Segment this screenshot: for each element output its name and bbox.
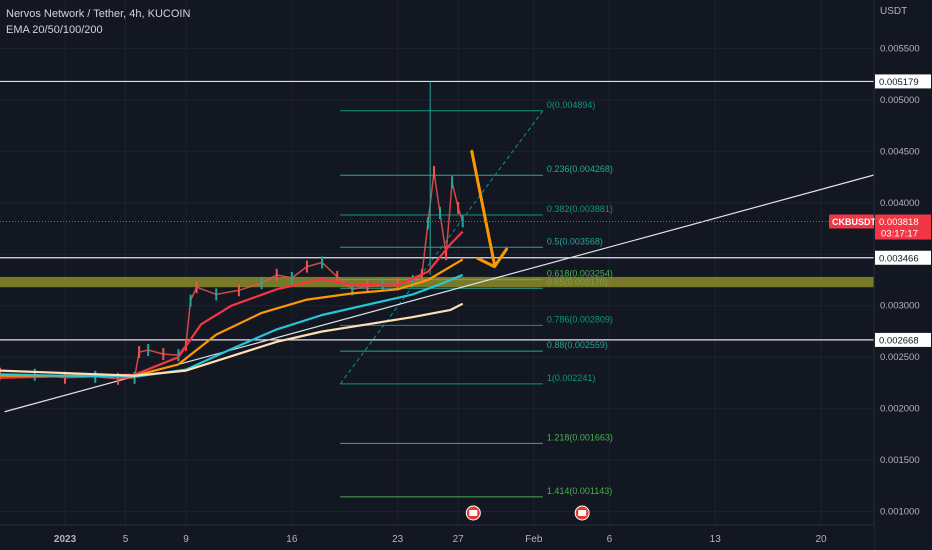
symbol-title[interactable]: Nervos Network / Tether, 4h, KUCOIN — [6, 6, 190, 22]
price-tick-8: 0.001500 — [880, 455, 920, 466]
chart-legend: Nervos Network / Tether, 4h, KUCOIN EMA … — [6, 6, 190, 38]
price-tick-7: 0.002000 — [880, 404, 920, 415]
price-tick-0: 0.005500 — [880, 43, 920, 54]
price-tick-3: 0.004000 — [880, 198, 920, 209]
boxed-price-label-2: 0.002668 — [879, 335, 919, 346]
fib-level-label-7: 0.88(0.002559) — [547, 340, 608, 350]
time-tick-6: Feb — [525, 534, 543, 545]
price-axis-unit: USDT — [880, 6, 908, 17]
price-tick-1: 0.005000 — [880, 95, 920, 106]
price-tick-5: 0.003000 — [880, 301, 920, 312]
price-tick-9: 0.001000 — [880, 507, 920, 518]
boxed-price-label-1: 0.003466 — [879, 253, 919, 264]
fib-level-label-2: 0.382(0.003881) — [547, 204, 613, 214]
fib-level-label-0: 0(0.004894) — [547, 100, 596, 110]
time-tick-9: 20 — [816, 534, 828, 545]
time-tick-0: 2023 — [54, 534, 77, 545]
time-tick-4: 23 — [392, 534, 404, 545]
fib-level-label-9: 1.218(0.001663) — [547, 432, 613, 442]
boxed-price-label-0: 0.005179 — [879, 77, 919, 88]
price-tick-2: 0.004500 — [880, 146, 920, 157]
price-tick-6: 0.002500 — [880, 352, 920, 363]
time-tick-2: 9 — [183, 534, 189, 545]
time-axis-bg — [0, 525, 874, 550]
time-tick-7: 6 — [607, 534, 613, 545]
time-tick-8: 13 — [710, 534, 722, 545]
event-flag-inner-1 — [578, 510, 587, 516]
fib-level-label-3: 0.5(0.003568) — [547, 236, 603, 246]
price-chart[interactable]: 0(0.004894) 0.236(0.004268) 0.382(0.003881… — [0, 0, 932, 550]
fib-level-label-8: 1(0.002241) — [547, 373, 596, 383]
fib-level-label-10: 1.414(0.001143) — [547, 486, 612, 496]
chart-background — [0, 0, 932, 550]
event-flag-inner-0 — [469, 510, 478, 516]
fib-level-label-1: 0.236(0.004268) — [547, 164, 613, 174]
symbol-badge: CKBUSDT — [832, 217, 877, 227]
fib-level-label-6: 0.786(0.002809) — [547, 314, 613, 324]
current-price-label: 0.003818 — [879, 217, 919, 228]
time-tick-1: 5 — [123, 534, 129, 545]
time-tick-3: 16 — [286, 534, 298, 545]
countdown-label: 03:17:17 — [881, 229, 918, 240]
time-tick-5: 27 — [453, 534, 465, 545]
indicator-label[interactable]: EMA 20/50/100/200 — [6, 22, 190, 38]
